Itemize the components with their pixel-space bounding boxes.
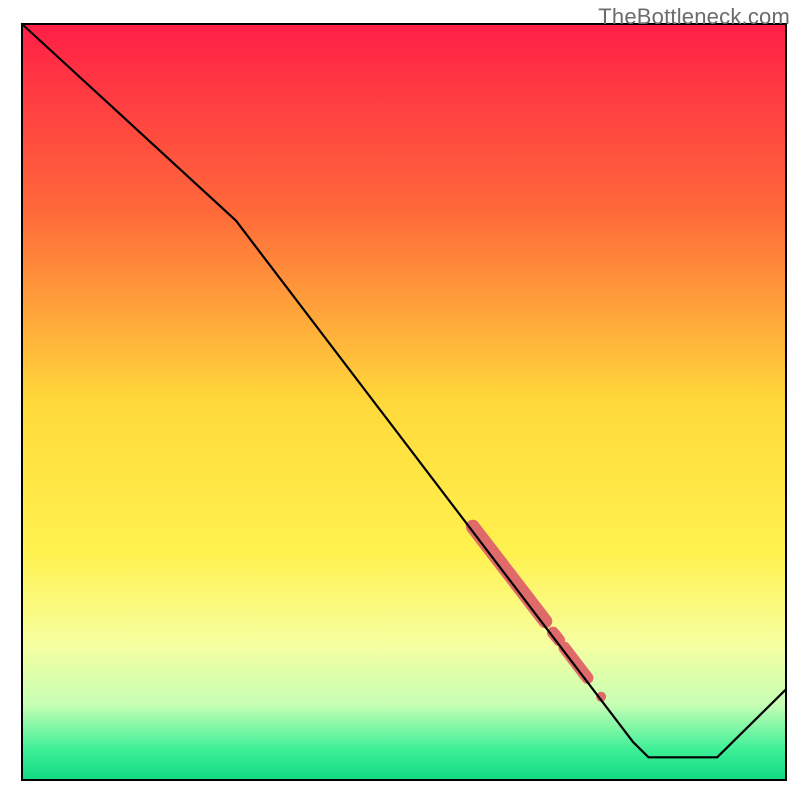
- bottleneck-chart: TheBottleneck.com: [0, 0, 800, 800]
- plot-background: [22, 24, 786, 780]
- watermark-label: TheBottleneck.com: [598, 4, 790, 30]
- chart-svg: [0, 0, 800, 800]
